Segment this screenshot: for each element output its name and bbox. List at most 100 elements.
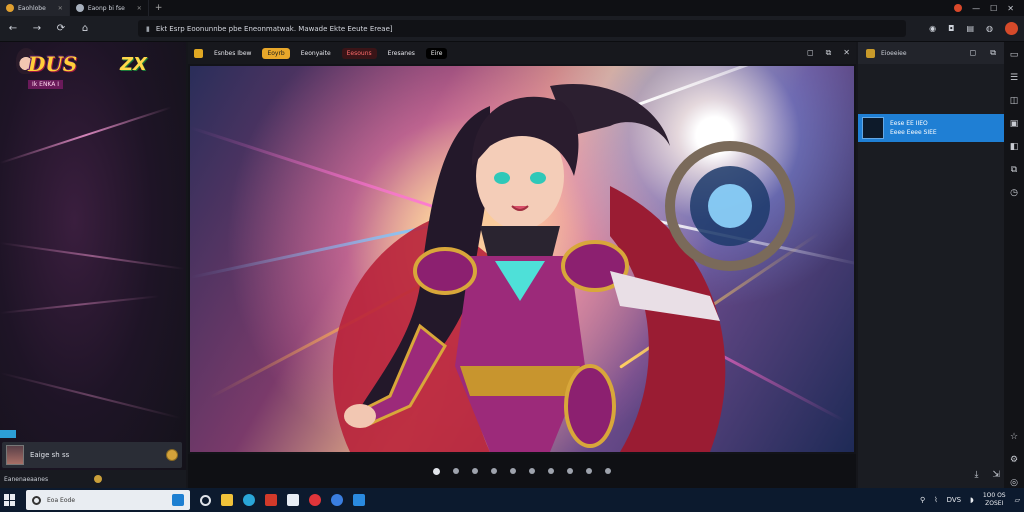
tab-close-icon[interactable]: ✕ (58, 5, 63, 12)
pager-dot[interactable] (491, 468, 497, 474)
pager-dot[interactable] (605, 468, 611, 474)
pager-dot[interactable] (567, 468, 573, 474)
close-viewer-button[interactable]: ✕ (843, 48, 850, 58)
list-icon[interactable]: ☰ (1010, 73, 1018, 83)
user-avatar (6, 445, 24, 465)
notification-icon[interactable]: ▱ (1015, 496, 1020, 504)
pager-dot[interactable] (548, 468, 554, 474)
panel-footer: ⤓ ⇲ (974, 470, 1000, 480)
settings-icon[interactable]: ⚙ (1010, 455, 1018, 465)
close-window-button[interactable]: ✕ (1007, 4, 1014, 13)
toolbar-tab[interactable]: Eesouns (341, 47, 377, 59)
search-placeholder: Eoa Eode (47, 496, 76, 504)
item-title: Eese EE IIEO (890, 120, 928, 127)
site-logo[interactable]: DUS Ik ENKA I ZX (4, 46, 180, 100)
pager-dot[interactable] (472, 468, 478, 474)
clock-time: 1O0 OS (982, 492, 1006, 499)
start-button[interactable] (4, 494, 16, 506)
pager-dots (188, 454, 856, 488)
image-viewer-window: Esnbes Ibew Eoyrb Eeonyaite Eesouns Eres… (188, 42, 856, 488)
artwork-canvas[interactable] (190, 66, 854, 452)
pager-dot[interactable] (510, 468, 516, 474)
extension-toolbar: ◉ ◘ ▤ ◍ (929, 22, 1018, 35)
toolbar-tab[interactable]: Esnbes Ibew (209, 48, 256, 59)
right-panel-header: Eioeeiee ◻ ⧉ (858, 42, 1004, 64)
store-icon[interactable] (353, 494, 365, 506)
windows-taskbar: Eoa Eode ⚲ ⌇ DVS ◗ 1O0 OS ZOSEI ▱ (0, 488, 1024, 512)
left-status-bar: Eanenaeaanes (0, 470, 186, 488)
popout-button[interactable]: ⧉ (826, 48, 832, 58)
task-view-icon[interactable] (200, 494, 211, 506)
bag-icon[interactable]: ◫ (1010, 96, 1019, 106)
tab-close-icon[interactable]: ✕ (137, 5, 142, 12)
user-name: Eaige sh ss (30, 451, 70, 459)
file-explorer-icon[interactable] (221, 494, 233, 506)
forward-arrow-icon[interactable]: → (30, 23, 44, 34)
toolbar-tab[interactable]: Eire (425, 47, 448, 59)
toolbar-tab[interactable]: Eeonyaite (296, 48, 336, 59)
pager-dot[interactable] (586, 468, 592, 474)
download-icon[interactable]: ⤓ (974, 470, 978, 480)
pager-dot[interactable] (453, 468, 459, 474)
right-panel-title: Eioeeiee (881, 49, 907, 57)
copy-icon[interactable]: ⧉ (1011, 165, 1017, 175)
image-icon[interactable]: ▣ (1010, 119, 1019, 129)
resize-icon[interactable]: ⇲ (992, 470, 1000, 480)
user-card[interactable]: Eaige sh ss (2, 442, 182, 468)
minimize-button[interactable]: — (972, 4, 980, 13)
toolbar-tab[interactable]: Eoyrb (262, 47, 290, 59)
tab-label: Eaohlobe (18, 4, 46, 12)
url-text: Ekt Esrp Eoonunnbe pbe Eneonmatwak. Mawa… (155, 24, 393, 33)
edge-icon[interactable] (243, 494, 255, 506)
logo-wordmark: DUS (28, 52, 78, 76)
extension-icon[interactable]: ◉ (929, 24, 936, 33)
coin-icon[interactable] (166, 449, 178, 461)
tray-label[interactable]: DVS (947, 496, 962, 504)
system-tray: ⚲ ⌇ DVS ◗ 1O0 OS ZOSEI ▱ (920, 492, 1020, 508)
history-icon[interactable]: ◷ (1010, 188, 1018, 198)
new-tab-button[interactable]: + (149, 3, 169, 13)
opera-icon[interactable] (309, 494, 321, 506)
office-icon[interactable] (265, 494, 277, 506)
screenshot-icon[interactable]: ◘ (948, 24, 954, 33)
restore-button[interactable]: ◻ (807, 48, 814, 58)
cortana-icon[interactable] (172, 494, 184, 506)
people-icon[interactable]: ⚲ (920, 496, 925, 504)
item-thumbnail (862, 117, 884, 139)
layers-icon[interactable]: ◧ (1010, 142, 1019, 152)
panel-restore-button[interactable]: ◻ (970, 48, 977, 58)
clock[interactable]: 1O0 OS ZOSEI (983, 492, 1006, 508)
status-text: Eanenaeaanes (4, 475, 49, 483)
profile-icon[interactable] (954, 4, 963, 12)
docs-icon[interactable] (287, 494, 299, 506)
scroll-marker (0, 430, 16, 438)
maximize-button[interactable]: ☐ (990, 4, 997, 13)
browser-tab[interactable]: Eaonp bi fse ✕ (70, 0, 149, 16)
reader-icon[interactable]: ▤ (966, 24, 974, 33)
logo-emblem: ZX (120, 54, 147, 75)
browser-tab[interactable]: Eaohlobe ✕ (0, 0, 70, 16)
pager-dot[interactable] (433, 467, 440, 475)
viewer-window-controls: ◻ ⧉ ✕ (807, 48, 850, 58)
panel-icon (866, 48, 875, 58)
toolbar-tab[interactable]: Eresanes (383, 48, 420, 59)
home-icon[interactable]: ⌂ (78, 23, 92, 34)
reload-icon[interactable]: ⟳ (54, 23, 68, 34)
sync-icon[interactable]: ◍ (986, 24, 993, 33)
account-avatar[interactable] (1005, 22, 1018, 35)
star-icon[interactable]: ☆ (1010, 432, 1018, 442)
chrome-icon[interactable] (331, 494, 343, 506)
logo-subtitle: Ik ENKA I (28, 80, 64, 89)
window-icon[interactable]: ▭ (1010, 50, 1019, 60)
address-bar[interactable]: ▮ Ekt Esrp Eoonunnbe pbe Eneonmatwak. Ma… (138, 20, 906, 37)
viewer-toolbar: Esnbes Ibew Eoyrb Eeonyaite Eesouns Eres… (188, 42, 856, 64)
panel-popout-button[interactable]: ⧉ (990, 48, 996, 58)
taskbar-search[interactable]: Eoa Eode (26, 490, 190, 510)
list-item-selected[interactable]: Eese EE IIEO Eeee Eeee SIEE (858, 114, 1004, 142)
volume-icon[interactable]: ◗ (970, 496, 974, 504)
tab-label: Eaonp bi fse (87, 4, 125, 12)
pager-dot[interactable] (529, 468, 535, 474)
network-icon[interactable]: ⌇ (934, 496, 937, 504)
globe-icon[interactable]: ◎ (1010, 478, 1018, 488)
back-arrow-icon[interactable]: ← (6, 23, 20, 34)
